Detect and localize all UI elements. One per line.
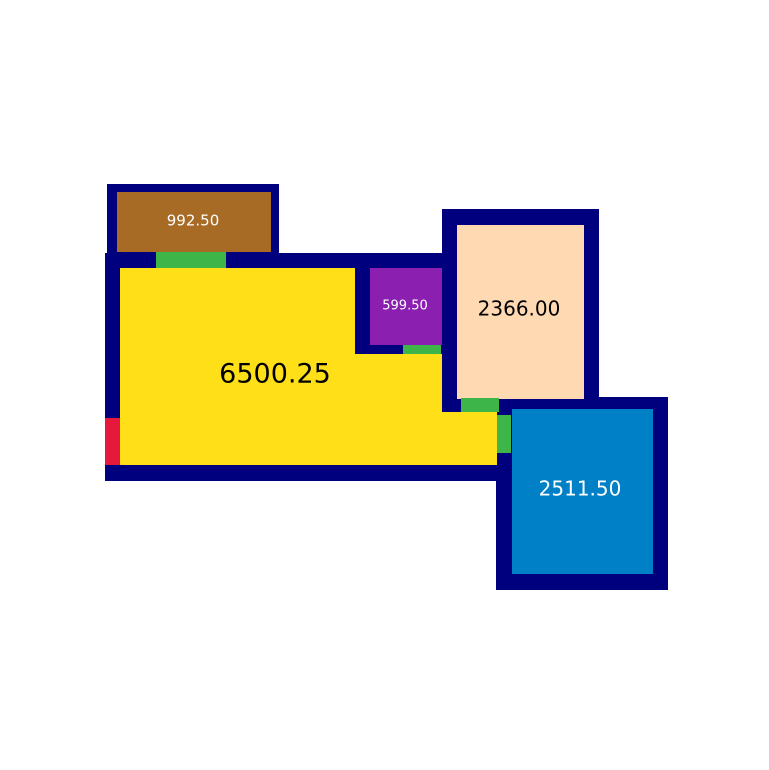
area-label-right-top: 2366.00 <box>478 297 561 321</box>
area-label-bottom-right: 2511.50 <box>539 477 622 501</box>
area-label-top-left: 992.50 <box>167 212 220 230</box>
door-right-top <box>461 398 499 412</box>
rooms <box>117 192 653 574</box>
area-label-small: 599.50 <box>382 299 428 314</box>
floor-plan: 992.50 6500.25 599.50 2366.00 2511.50 <box>105 184 668 590</box>
door-bottom-right <box>497 415 511 453</box>
entrance-door <box>105 418 120 465</box>
area-label-main: 6500.25 <box>219 359 331 390</box>
door-small-room <box>403 345 441 354</box>
door-top-left <box>156 252 226 268</box>
